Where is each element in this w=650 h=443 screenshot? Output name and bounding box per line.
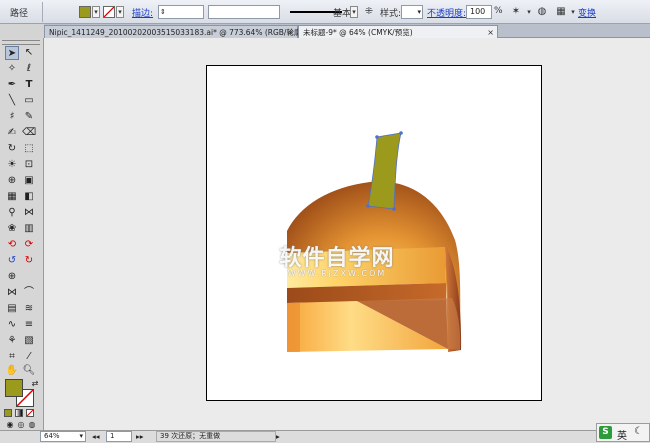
anchor-point [375,135,379,139]
chevron-down-icon[interactable]: ▾ [79,432,83,441]
cake-bottom-shadow [287,303,300,352]
status-text-field[interactable]: 39 次还原；无重做 [156,431,276,442]
anchor-point [366,204,370,208]
anchor-point [392,207,396,211]
first-artboard-icon[interactable]: ◂◂ [92,432,100,441]
artboard-number-field[interactable]: 1 [106,431,132,442]
next-artboard-icon[interactable]: ▸▸ [136,432,144,441]
status-menu-arrow-icon[interactable]: ▸ [276,432,280,441]
moon-icon[interactable]: ☾ [634,426,643,437]
cake-artwork[interactable] [0,0,650,443]
cream-layer [287,247,446,288]
zoom-value[interactable]: 64% [44,432,60,440]
ime-indicator[interactable]: S 英 ☾ [596,423,650,442]
zoom-select[interactable]: 64% ▾ [40,431,86,442]
undo-status: 39 次还原；无重做 [160,432,221,440]
anchor-point [399,131,403,135]
ime-language[interactable]: 英 [617,427,627,442]
fill-color-box[interactable] [5,379,23,397]
sogou-logo-icon: S [599,426,612,439]
artboard-number[interactable]: 1 [110,432,114,440]
status-bar: 64% ▾ ◂◂ 1 ▸▸ 39 次还原；无重做 ▸ [0,430,650,443]
